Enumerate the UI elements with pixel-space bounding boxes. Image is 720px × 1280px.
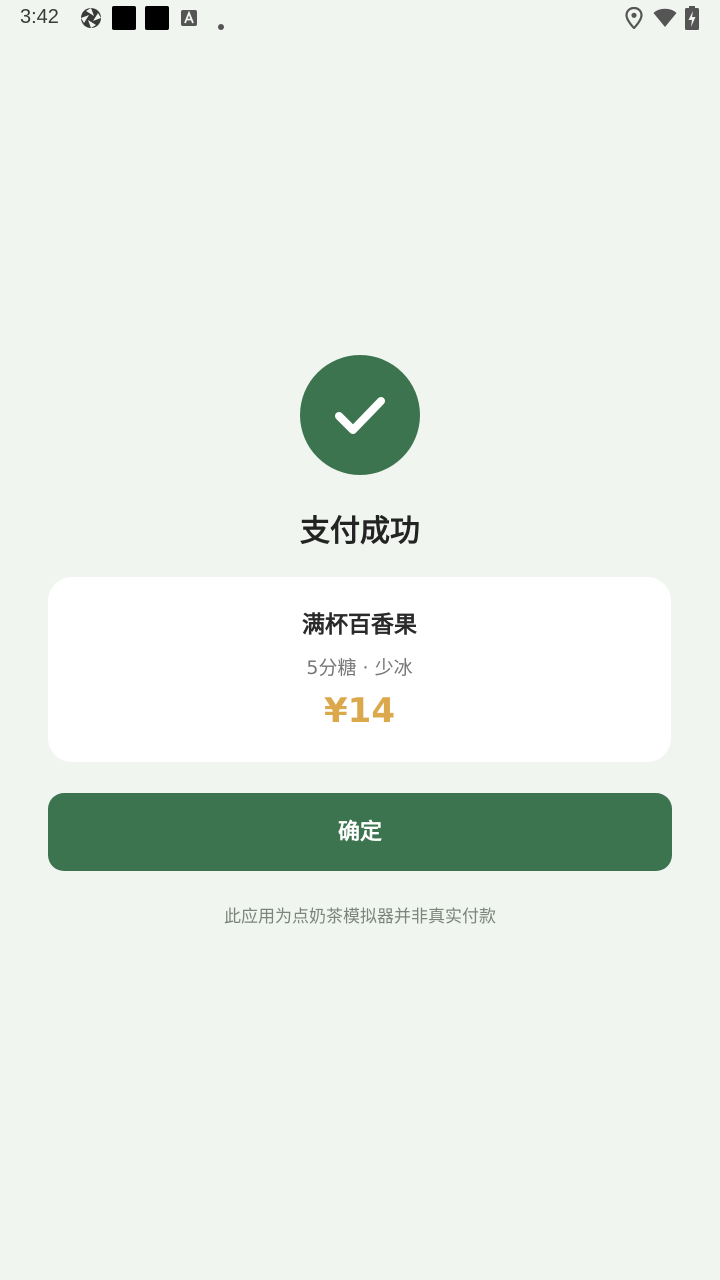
confirm-button[interactable]: 确定: [48, 793, 672, 871]
order-summary-card: 满杯百香果 5分糖 · 少冰 ¥14: [48, 577, 671, 762]
aperture-icon: [80, 7, 102, 33]
dot-icon: [218, 15, 224, 34]
status-bar: 3:42: [0, 0, 720, 36]
wifi-icon: [653, 8, 677, 32]
disclaimer-text: 此应用为点奶茶模拟器并非真实付款: [224, 907, 496, 927]
location-icon: [625, 6, 643, 33]
notification-square-icon: [112, 6, 136, 34]
product-name: 满杯百香果: [302, 612, 417, 638]
payment-success-title: 支付成功: [300, 514, 420, 549]
success-badge: [300, 355, 420, 475]
battery-charging-icon: [685, 6, 699, 34]
status-time: 3:42: [20, 6, 59, 28]
notification-square-icon: [145, 6, 169, 34]
product-options: 5分糖 · 少冰: [306, 657, 413, 679]
checkmark-icon: [335, 397, 385, 434]
translate-icon: [181, 10, 197, 30]
order-price: ¥14: [324, 691, 395, 731]
